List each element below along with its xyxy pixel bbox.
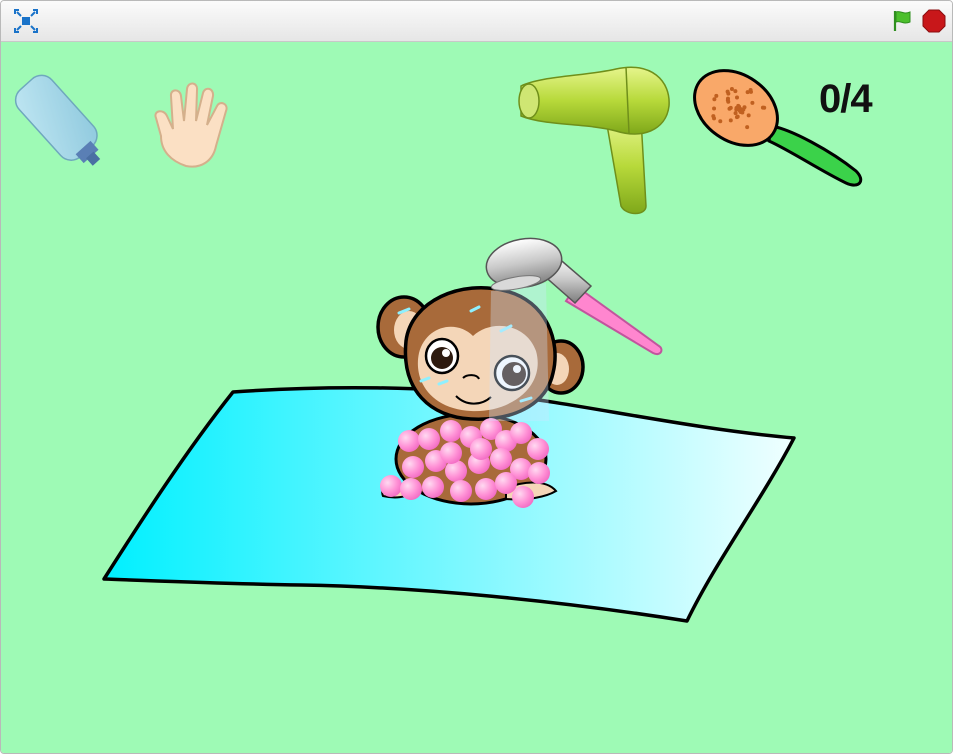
- bubble: [402, 456, 424, 478]
- bubble: [490, 448, 512, 470]
- bubble: [398, 430, 420, 452]
- bubble: [527, 438, 549, 460]
- bubble: [475, 478, 497, 500]
- game-stage[interactable]: 0/4: [1, 42, 952, 753]
- bubble: [422, 476, 444, 498]
- bubble: [512, 486, 534, 508]
- shampoo-bottle[interactable]: [10, 70, 113, 177]
- brush-bristle: [712, 106, 716, 110]
- green-flag-icon[interactable]: [891, 9, 915, 33]
- bubble: [470, 438, 492, 460]
- stage-toolbar: [1, 1, 952, 42]
- water-spray: [489, 283, 549, 421]
- stop-sign-icon[interactable]: [922, 9, 946, 33]
- brush-bristle: [729, 106, 733, 110]
- brush-bristle: [733, 89, 737, 93]
- hand[interactable]: [155, 83, 226, 166]
- brush-bristle: [729, 118, 733, 122]
- brush-bristle: [718, 119, 722, 123]
- brush-bristle: [734, 111, 738, 115]
- stage-window: 0/4: [0, 0, 953, 754]
- brush-bristle: [749, 88, 753, 92]
- bubble: [418, 428, 440, 450]
- score-counter: 0/4: [819, 77, 872, 122]
- brush-bristle: [745, 125, 749, 129]
- fullscreen-icon[interactable]: [14, 9, 38, 33]
- brush-bristle: [735, 95, 739, 99]
- brush-bristle: [740, 108, 744, 112]
- brush-bristle: [730, 87, 734, 91]
- hair-dryer[interactable]: [519, 67, 669, 214]
- brush-bristle: [747, 113, 751, 117]
- brush-bristle: [712, 116, 716, 120]
- brush-bristle: [726, 98, 730, 102]
- brush-bristle: [750, 101, 754, 105]
- bubble: [440, 442, 462, 464]
- bubble: [400, 478, 422, 500]
- bubble: [510, 422, 532, 444]
- bubble: [440, 420, 462, 442]
- bubble: [528, 462, 550, 484]
- brush-bristle: [712, 97, 716, 101]
- bubble: [495, 472, 517, 494]
- brush-bristle: [714, 94, 718, 98]
- brush-bristle: [726, 90, 730, 94]
- stage-canvas: [1, 42, 952, 753]
- bubble: [450, 480, 472, 502]
- brush-bristle: [735, 115, 739, 119]
- bubble: [380, 475, 402, 497]
- brush-bristle: [762, 106, 766, 110]
